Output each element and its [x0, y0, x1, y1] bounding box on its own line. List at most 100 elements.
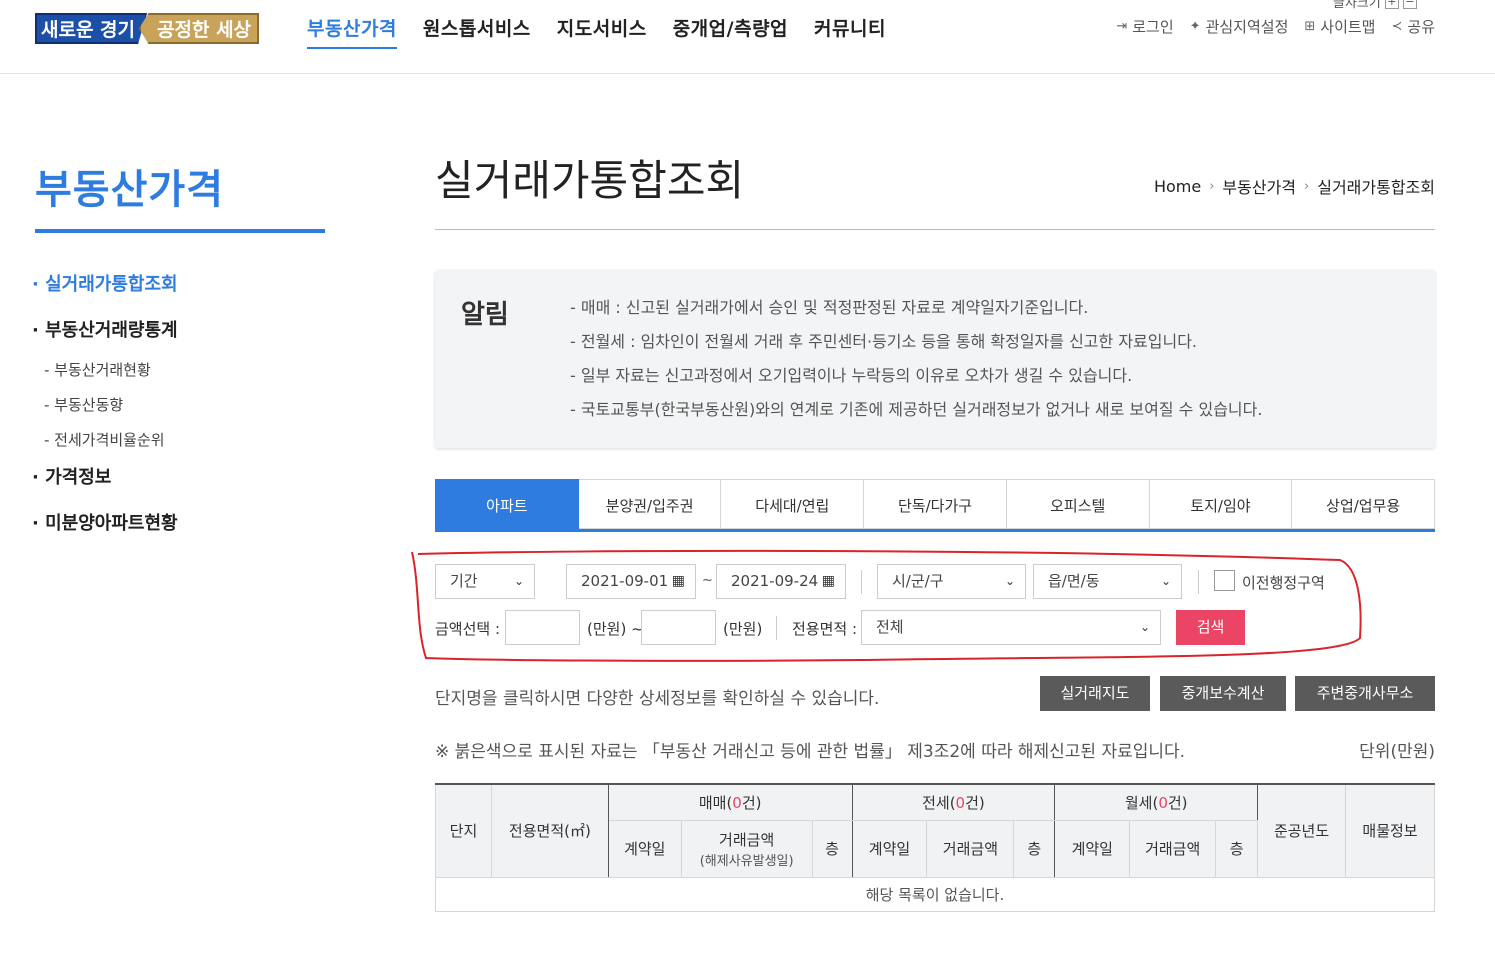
dong-select[interactable]: 읍/면/동 ⌄	[1033, 564, 1182, 599]
sidebar-item-price-info[interactable]: · 가격정보	[32, 465, 332, 511]
logo-part1: 새로운 경기	[35, 13, 148, 44]
chevron-down-icon: ⌄	[1160, 574, 1171, 588]
nav-item-map[interactable]: 지도서비스	[557, 14, 647, 49]
nav-item-price[interactable]: 부동산가격	[307, 14, 397, 49]
area-label: 전용면적 :	[792, 620, 858, 638]
sigungu-select[interactable]: 시/군/구 ⌄	[877, 564, 1026, 599]
calendar-icon[interactable]: ▦	[672, 565, 685, 598]
site-logo[interactable]: 새로운 경기 공정한 세상	[35, 13, 260, 44]
login-icon: ⇥	[1116, 19, 1128, 34]
col-jeonse-floor: 층	[1013, 819, 1056, 878]
col-sale-floor: 층	[811, 819, 853, 878]
col-jeonse-price: 거래금액	[926, 819, 1015, 878]
sidebar-item-trend[interactable]: - 부동산동향	[32, 395, 332, 430]
nav-item-broker[interactable]: 중개업/측량업	[673, 14, 788, 49]
empty-row: 해당 목록이 없습니다.	[435, 876, 1435, 912]
sidebar-item-unsold[interactable]: · 미분양아파트현황	[32, 511, 332, 557]
amount-min-input[interactable]	[505, 610, 580, 645]
sidebar-divider	[35, 229, 325, 233]
nav-item-onestop[interactable]: 원스톱서비스	[423, 14, 531, 49]
notice-title: 알림	[461, 300, 509, 330]
tab-officetel[interactable]: 오피스텔	[1006, 479, 1150, 529]
chevron-down-icon: ⌄	[1139, 620, 1150, 634]
breadcrumb-section[interactable]: 부동산가격	[1222, 174, 1296, 198]
group-wolse-label: 월세(	[1124, 793, 1159, 812]
chevron-down-icon: ⌄	[1004, 574, 1015, 588]
sidebar-item-realprice[interactable]: · 실거래가통합조회	[32, 272, 332, 318]
divider	[1198, 570, 1199, 594]
calendar-icon[interactable]: ▦	[822, 565, 835, 598]
col-wolse-price: 거래금액	[1129, 819, 1217, 878]
chevron-down-icon: ⌄	[513, 574, 524, 588]
sidebar-item-trade-status[interactable]: - 부동산거래현황	[32, 360, 332, 395]
font-decrease-icon[interactable]: −	[1402, 0, 1417, 9]
sidebar-item-volume-stats[interactable]: · 부동산거래량통계	[32, 318, 332, 364]
breadcrumb-home[interactable]: Home	[1154, 177, 1201, 196]
share-icon: ≺	[1391, 19, 1403, 34]
util-share-label: 공유	[1407, 18, 1435, 36]
nav-item-community[interactable]: 커뮤니티	[814, 14, 886, 49]
chevron-right-icon: ›	[1209, 178, 1215, 194]
tab-apartment[interactable]: 아파트	[435, 479, 579, 529]
tab-presale[interactable]: 분양권/입주권	[578, 479, 722, 529]
amount-max-input[interactable]	[641, 610, 716, 645]
old-district-checkbox[interactable]	[1214, 570, 1235, 591]
dong-select-value: 읍/면/동	[1048, 572, 1100, 590]
search-button[interactable]: 검색	[1176, 610, 1245, 645]
breadcrumb: Home › 부동산가격 › 실거래가통합조회	[1154, 174, 1435, 198]
util-interest-area[interactable]: ✦ 관심지역설정	[1190, 16, 1289, 37]
divider	[861, 570, 862, 594]
date-range-separator: ~	[702, 573, 713, 588]
col-danji: 단지	[435, 783, 492, 878]
fee-calculator-button[interactable]: 중개보수계산	[1160, 676, 1286, 711]
header: 새로운 경기 공정한 세상 부동산가격 원스톱서비스 지도서비스 중개업/측량업…	[0, 0, 1495, 74]
sigungu-select-value: 시/군/구	[892, 572, 944, 590]
util-interest-label: 관심지역설정	[1205, 18, 1289, 36]
notice-line: - 매매 : 신고된 실거래가에서 승인 및 적정판정된 자료로 계약일자기준입…	[570, 298, 1089, 317]
col-sale-contract: 계약일	[607, 819, 682, 878]
date-from-value: 2021-09-01	[581, 572, 669, 590]
area-select[interactable]: 전체 ⌄	[861, 610, 1161, 645]
jeonse-count: 0	[955, 793, 966, 812]
main-nav: 부동산가격 원스톱서비스 지도서비스 중개업/측량업 커뮤니티	[307, 14, 886, 49]
notice-list: - 매매 : 신고된 실거래가에서 승인 및 적정판정된 자료로 계약일자기준입…	[570, 296, 1262, 432]
page-title: 실거래가통합조회	[435, 156, 745, 205]
period-select[interactable]: 기간 ⌄	[435, 564, 535, 599]
sidebar-item-jeonse-ratio[interactable]: - 전세가격비율순위	[32, 430, 332, 465]
col-sale-price-sub: (해제사유발생일)	[699, 853, 794, 869]
chevron-right-icon: ›	[1304, 178, 1310, 194]
breadcrumb-current: 실거래가통합조회	[1317, 178, 1435, 197]
tab-multiplex[interactable]: 다세대/연립	[721, 479, 865, 529]
font-size-label: 글자크기	[1333, 0, 1381, 11]
sitemap-icon: ⊞	[1304, 19, 1316, 34]
amount-unit-to: (만원)	[723, 620, 763, 638]
wolse-count: 0	[1158, 793, 1168, 812]
group-sale: 매매(0건)	[607, 783, 853, 821]
util-sitemap[interactable]: ⊞ 사이트맵	[1304, 16, 1375, 37]
util-share[interactable]: ≺ 공유	[1391, 16, 1435, 37]
group-jeonse-label: 전세(	[922, 793, 956, 812]
sidebar-menu: · 실거래가통합조회 · 부동산거래량통계 - 부동산거래현황 - 부동산동향 …	[32, 272, 332, 557]
nearby-agency-button[interactable]: 주변중개사무소	[1295, 676, 1435, 711]
results-table: 단지 전용면적(㎡) 매매(0건) 전세(0건) 월세(0건) 준공년도 매물정…	[435, 783, 1435, 912]
tab-detached[interactable]: 단독/다가구	[864, 479, 1007, 529]
tab-commercial[interactable]: 상업/업무용	[1292, 479, 1436, 529]
col-sale-price: 거래금액 (해제사유발생일)	[680, 819, 813, 878]
date-from-input[interactable]: 2021-09-01 ▦	[566, 564, 696, 599]
col-area: 전용면적(㎡)	[490, 783, 609, 878]
area-select-value: 전체	[876, 618, 904, 636]
util-login[interactable]: ⇥ 로그인	[1116, 16, 1173, 37]
group-jeonse-suffix: 건)	[965, 793, 985, 812]
old-district-label[interactable]: 이전행정구역	[1242, 572, 1325, 593]
realprice-map-button[interactable]: 실거래지도	[1040, 676, 1150, 711]
utility-menu: ⇥ 로그인 ✦ 관심지역설정 ⊞ 사이트맵 ≺ 공유	[1116, 16, 1435, 37]
font-increase-icon[interactable]: +	[1384, 0, 1399, 9]
col-listing: 매물정보	[1345, 783, 1435, 878]
group-wolse: 월세(0건)	[1054, 783, 1259, 821]
tab-land[interactable]: 토지/임야	[1149, 479, 1293, 529]
sidebar-title: 부동산가격	[35, 167, 224, 213]
util-sitemap-label: 사이트맵	[1320, 18, 1376, 36]
date-to-input[interactable]: 2021-09-24 ▦	[716, 564, 846, 599]
col-sale-price-label: 거래금액	[719, 830, 775, 849]
amount-label: 금액선택 :	[435, 620, 501, 638]
